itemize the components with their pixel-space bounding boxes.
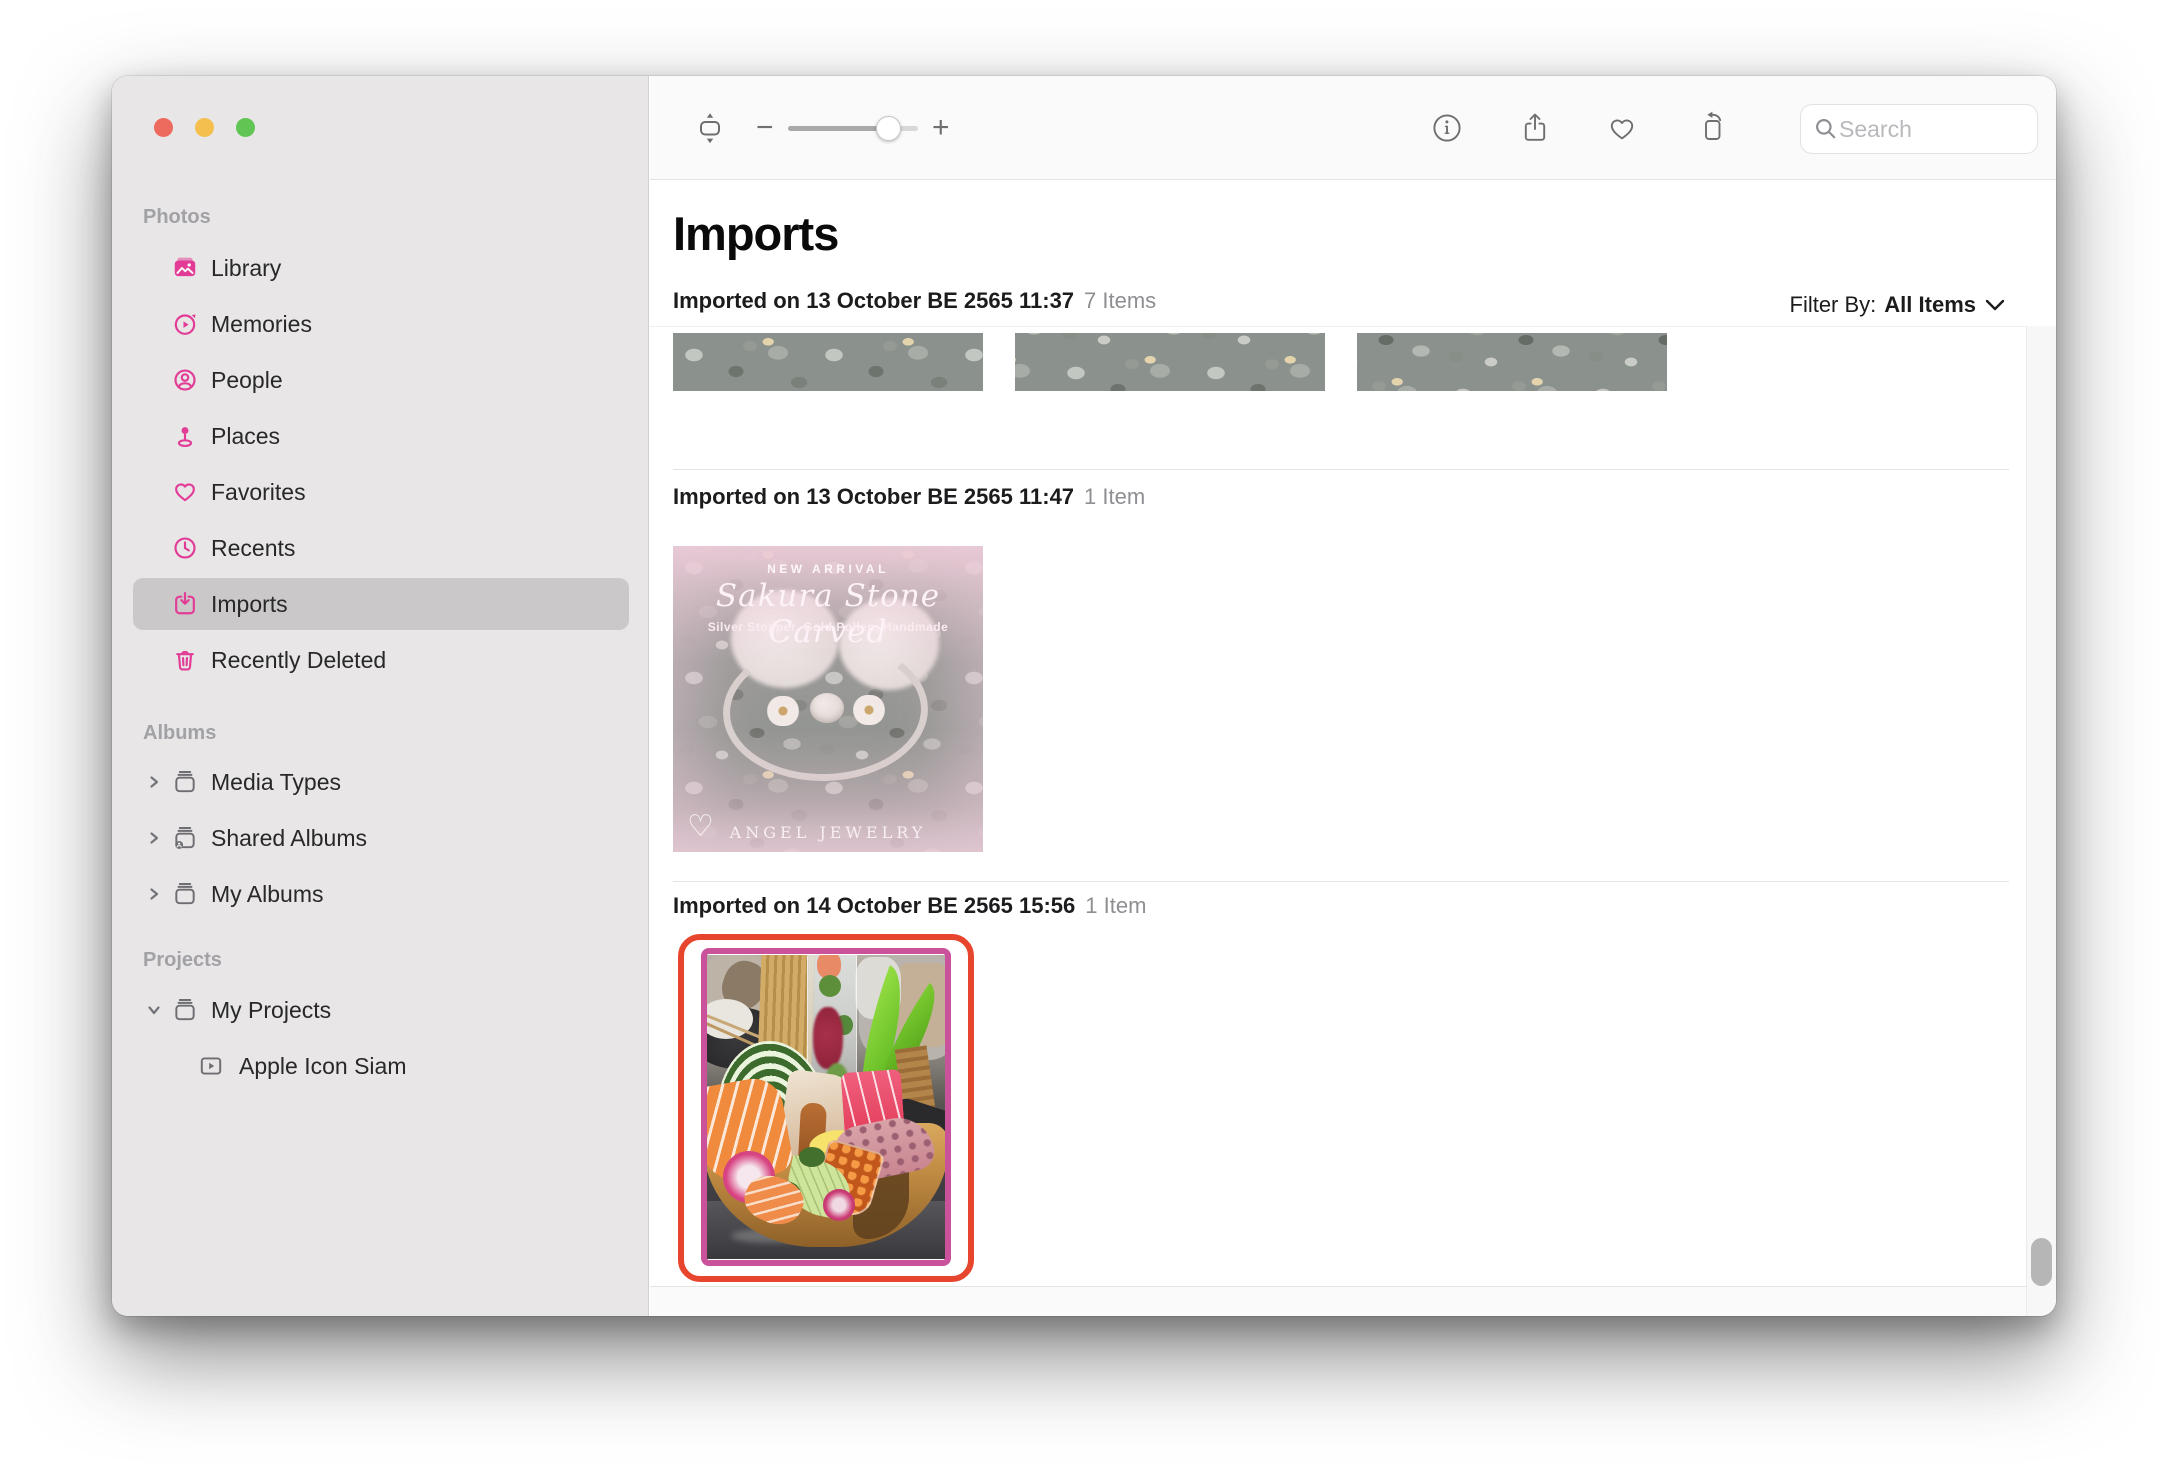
- group-divider: [673, 469, 2009, 470]
- chevron-down-icon: [1984, 298, 2006, 312]
- chevron-down-icon[interactable]: [146, 1002, 162, 1018]
- photo-thumbnail-gravel-1[interactable]: [673, 333, 983, 391]
- sidebar-item-shared-albums[interactable]: Shared Albums: [124, 812, 638, 864]
- sidebar-section-projects: Projects: [143, 949, 222, 972]
- rotate-icon[interactable]: [1694, 110, 1730, 146]
- import-group-header-3: Imported on 14 October BE 2565 15:56 1 I…: [673, 893, 1146, 921]
- clock-icon: [170, 533, 200, 563]
- favorite-heart-overlay-icon: ♡: [687, 809, 714, 844]
- header-separator: [650, 326, 2026, 327]
- bottom-margin: [650, 1287, 2026, 1316]
- minimize-window-button[interactable]: [195, 118, 214, 137]
- aspect-ratio-zoom-icon[interactable]: [692, 110, 728, 146]
- info-icon[interactable]: [1429, 110, 1465, 146]
- sidebar-item-my-projects[interactable]: My Projects: [124, 984, 638, 1036]
- chevron-right-icon[interactable]: [146, 830, 162, 846]
- memories-icon: [170, 309, 200, 339]
- photo-detail: [813, 1007, 843, 1069]
- album-stack-icon: [170, 995, 200, 1025]
- photos-app-window: Photos Library Memories People Places: [112, 76, 2056, 1316]
- sidebar-item-apple-icon-siam[interactable]: Apple Icon Siam: [124, 1040, 638, 1092]
- sidebar-item-media-types[interactable]: Media Types: [124, 756, 638, 808]
- photo-thumbnail-sashimi[interactable]: [707, 955, 945, 1259]
- photo-thumbnail-gravel-3[interactable]: [1357, 333, 1667, 391]
- search-field[interactable]: [1800, 104, 2038, 154]
- toolbar: − +: [650, 76, 2056, 180]
- photo-thumbnail-jewelry[interactable]: NEW ARRIVAL Sakura Stone Carved Silver S…: [673, 546, 983, 852]
- sidebar: Photos Library Memories People Places: [112, 76, 649, 1316]
- photo-detail: [799, 1147, 825, 1167]
- filter-by-control[interactable]: Filter By: All Items: [1790, 292, 2007, 318]
- library-icon: [170, 253, 200, 283]
- heart-icon: [170, 477, 200, 507]
- trash-icon: [170, 645, 200, 675]
- filter-label: Filter By:: [1790, 292, 1877, 318]
- filter-value: All Items: [1884, 292, 1976, 318]
- slideshow-play-icon: [196, 1051, 226, 1081]
- photo-thumbnail-gravel-2[interactable]: [1015, 333, 1325, 391]
- places-icon: [170, 421, 200, 451]
- scrollbar-track[interactable]: [2026, 326, 2056, 1316]
- chevron-right-icon[interactable]: [146, 886, 162, 902]
- zoom-slider-knob[interactable]: [876, 116, 901, 141]
- sidebar-item-recents[interactable]: Recents: [124, 522, 638, 574]
- promo-line-3: Silver Stopper, Gold Pollen, Handmade: [673, 620, 983, 634]
- group-divider: [673, 881, 2009, 882]
- promo-line-2: Sakura Stone Carved: [673, 578, 983, 650]
- sidebar-section-photos: Photos: [143, 206, 211, 229]
- sidebar-item-recently-deleted[interactable]: Recently Deleted: [124, 634, 638, 686]
- album-stack-icon: [170, 879, 200, 909]
- sidebar-item-memories[interactable]: Memories: [124, 298, 638, 350]
- photo-detail: [823, 1189, 855, 1221]
- page-title: Imports: [673, 206, 838, 261]
- photo-detail: [819, 975, 841, 997]
- sidebar-item-library[interactable]: Library: [124, 242, 638, 294]
- people-icon: [170, 365, 200, 395]
- search-icon: [1813, 116, 1839, 142]
- chevron-right-icon[interactable]: [146, 774, 162, 790]
- favorite-heart-icon[interactable]: [1604, 110, 1640, 146]
- zoom-in-button[interactable]: +: [932, 114, 950, 142]
- imports-content: Imports Imported on 13 October BE 2565 1…: [650, 180, 2056, 1316]
- import-group-header-2: Imported on 13 October BE 2565 11:47 1 I…: [673, 484, 1145, 512]
- search-input[interactable]: [1839, 116, 2009, 143]
- zoom-slider-fill: [788, 126, 888, 131]
- sidebar-item-people[interactable]: People: [124, 354, 638, 406]
- scrollbar-thumb[interactable]: [2031, 1238, 2052, 1286]
- sidebar-item-favorites[interactable]: Favorites: [124, 466, 638, 518]
- import-tray-icon: [170, 589, 200, 619]
- promo-brand: ANGEL JEWELRY: [673, 823, 983, 842]
- sidebar-item-my-albums[interactable]: My Albums: [124, 868, 638, 920]
- zoom-out-button[interactable]: −: [756, 114, 774, 142]
- promo-line-1: NEW ARRIVAL: [673, 562, 983, 576]
- import-group-header-1: Imported on 13 October BE 2565 11:37 7 I…: [673, 288, 1156, 316]
- shared-album-icon: [170, 823, 200, 853]
- zoom-window-button[interactable]: [236, 118, 255, 137]
- close-window-button[interactable]: [154, 118, 173, 137]
- sidebar-section-albums: Albums: [143, 722, 216, 745]
- album-stack-icon: [170, 767, 200, 797]
- share-icon[interactable]: [1517, 110, 1553, 146]
- sidebar-item-imports[interactable]: Imports: [124, 578, 638, 630]
- sidebar-item-places[interactable]: Places: [124, 410, 638, 462]
